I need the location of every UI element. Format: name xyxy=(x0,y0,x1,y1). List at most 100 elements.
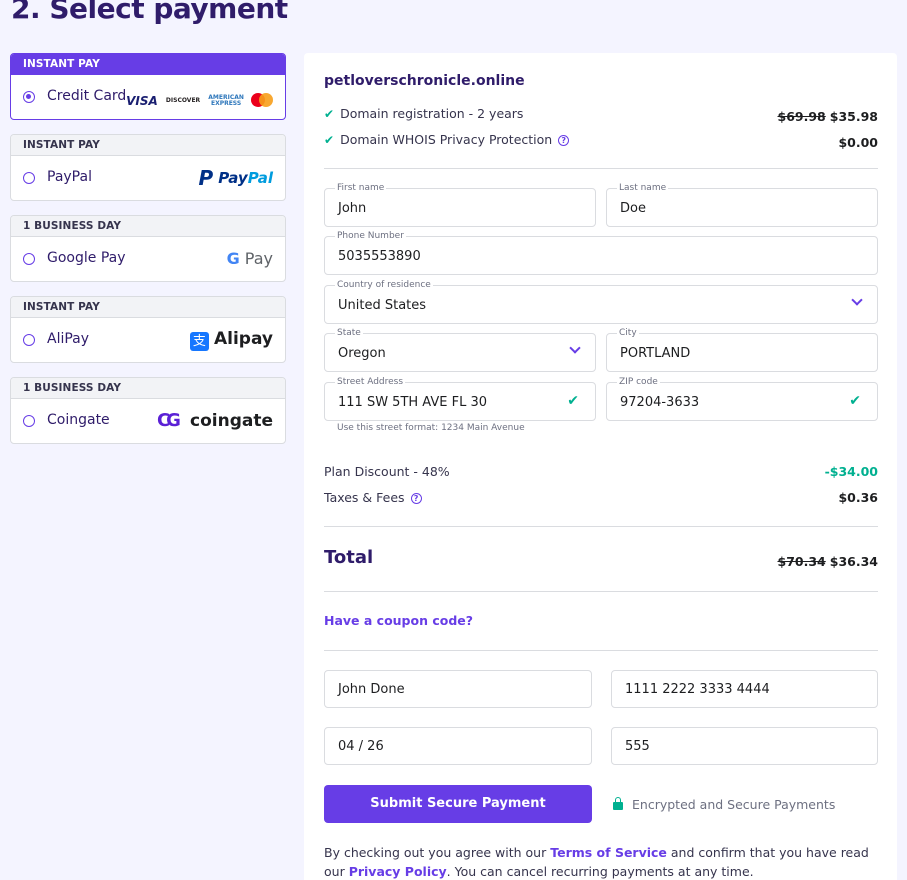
total-value: $36.34 xyxy=(829,554,878,569)
country-label: Country of residence xyxy=(335,280,433,290)
paypal-wordmark-pal: Pal xyxy=(247,169,273,187)
order-item-privacy: ✔ Domain WHOIS Privacy Protection? xyxy=(324,132,570,147)
payment-method-google-pay[interactable]: 1 BUSINESS DAY Google Pay G Pay xyxy=(10,215,286,282)
chevron-down-icon xyxy=(569,342,581,354)
alipay-wordmark: Alipay xyxy=(213,329,273,349)
domain-name: petloverschronicle.online xyxy=(324,73,525,89)
secure-payments-note: Encrypted and Secure Payments xyxy=(613,797,835,812)
divider xyxy=(324,168,878,169)
amex-logo-line2: EXPRESS xyxy=(210,100,242,107)
google-pay-wordmark: Pay xyxy=(244,249,273,268)
coingate-mark-icon: CG xyxy=(156,410,181,431)
order-item-privacy-price: $0.00 xyxy=(838,132,878,151)
order-item-registration-price: $69.98 $35.98 xyxy=(778,106,879,125)
taxes-fees-row: Taxes & Fees? xyxy=(324,490,422,505)
state-select[interactable]: State Oregon xyxy=(324,328,596,372)
order-item-label: Domain WHOIS Privacy Protection xyxy=(340,132,553,147)
check-icon: ✔ xyxy=(324,107,335,121)
visa-logo: VISA xyxy=(126,94,158,108)
divider xyxy=(324,591,878,592)
payment-method-label: Credit Card xyxy=(47,88,127,104)
first-name-label: First name xyxy=(335,183,387,193)
alipay-logo: 支 Alipay xyxy=(189,329,273,351)
radio-button[interactable] xyxy=(23,253,35,265)
cardholder-name-field[interactable]: John Done xyxy=(324,670,592,708)
state-value: Oregon xyxy=(338,346,386,361)
check-icon: ✔ xyxy=(849,393,861,409)
google-pay-logo: G Pay xyxy=(227,249,273,268)
help-icon[interactable]: ? xyxy=(558,135,570,146)
payment-method-paypal[interactable]: INSTANT PAY PayPal P PayPal xyxy=(10,134,286,201)
help-icon[interactable]: ? xyxy=(410,493,422,504)
cvc-field[interactable]: 555 xyxy=(611,727,878,765)
payment-method-alipay[interactable]: INSTANT PAY AliPay 支 Alipay xyxy=(10,296,286,363)
checkout-panel: petloverschronicle.online ✔ Domain regist… xyxy=(304,53,897,880)
payment-method-label: Google Pay xyxy=(47,250,126,266)
cardholder-name-value: John Done xyxy=(338,682,405,697)
secure-payments-text: Encrypted and Secure Payments xyxy=(632,797,836,812)
expiry-date-value: 04 / 26 xyxy=(338,739,384,754)
paypal-logo: P PayPal xyxy=(198,166,273,190)
city-value: PORTLAND xyxy=(620,346,691,361)
terms-part1: By checking out you agree with our xyxy=(324,845,551,860)
payment-method-badge: 1 BUSINESS DAY xyxy=(11,216,285,237)
payment-method-label: Coingate xyxy=(47,412,110,428)
card-number-value: 1111 2222 3333 4444 xyxy=(625,682,770,697)
radio-button[interactable] xyxy=(23,172,35,184)
coupon-link[interactable]: Have a coupon code? xyxy=(324,613,473,628)
mastercard-logo xyxy=(251,93,273,107)
street-address-value: 111 SW 5TH AVE FL 30 xyxy=(338,395,487,410)
state-label: State xyxy=(335,328,363,338)
alipay-mark-icon: 支 xyxy=(189,332,209,351)
phone-number-value: 5035553890 xyxy=(338,249,421,264)
page-title: 2. Select payment xyxy=(11,0,288,25)
total-label: Total xyxy=(324,547,374,568)
phone-number-field[interactable]: Phone Number 5035553890 xyxy=(324,231,878,275)
terms-of-service-link[interactable]: Terms of Service xyxy=(550,845,667,860)
old-total: $70.34 xyxy=(777,554,826,569)
terms-text: By checking out you agree with our Terms… xyxy=(324,843,869,880)
coingate-wordmark: coingate xyxy=(190,411,273,431)
coingate-logo: CG coingate xyxy=(157,410,273,431)
taxes-fees-label: Taxes & Fees xyxy=(324,490,405,505)
divider xyxy=(324,526,878,527)
last-name-field[interactable]: Last name Doe xyxy=(606,183,878,227)
total-price: $70.34 $36.34 xyxy=(778,551,879,570)
plan-discount-value: -$34.00 xyxy=(824,464,878,479)
divider xyxy=(324,650,878,651)
radio-button-selected[interactable] xyxy=(23,91,35,103)
expiry-date-field[interactable]: 04 / 26 xyxy=(324,727,592,765)
google-g-icon: G xyxy=(226,249,240,268)
check-icon: ✔ xyxy=(324,133,335,147)
chevron-down-icon xyxy=(851,294,863,306)
card-brands-logo: VISA DISCOVER AMERICAN EXPRESS xyxy=(126,90,273,109)
payment-method-label: AliPay xyxy=(47,331,90,347)
price: $35.98 xyxy=(829,109,878,124)
payment-method-credit-card[interactable]: INSTANT PAY Credit Card VISA DISCOVER AM… xyxy=(10,53,286,120)
zip-code-field[interactable]: ZIP code 97204-3633 ✔ xyxy=(606,377,878,421)
old-price: $69.98 xyxy=(777,109,826,124)
payment-method-coingate[interactable]: 1 BUSINESS DAY Coingate CG coingate xyxy=(10,377,286,444)
terms-part3: . You can cancel recurring payments at a… xyxy=(446,864,754,879)
order-item-registration: ✔ Domain registration - 2 years xyxy=(324,106,523,121)
radio-button[interactable] xyxy=(23,334,35,346)
card-number-field[interactable]: 1111 2222 3333 4444 xyxy=(611,670,878,708)
first-name-field[interactable]: First name John xyxy=(324,183,596,227)
submit-payment-button[interactable]: Submit Secure Payment xyxy=(324,785,592,823)
taxes-fees-value: $0.36 xyxy=(838,490,878,505)
radio-button[interactable] xyxy=(23,415,35,427)
discover-logo: DISCOVER xyxy=(165,97,201,104)
last-name-label: Last name xyxy=(617,183,669,193)
payment-method-badge: INSTANT PAY xyxy=(11,135,285,156)
lock-icon xyxy=(613,797,623,810)
payment-method-badge: INSTANT PAY xyxy=(11,54,285,75)
country-select[interactable]: Country of residence United States xyxy=(324,280,878,324)
street-address-field[interactable]: Street Address 111 SW 5TH AVE FL 30 ✔ xyxy=(324,377,596,421)
price: $0.00 xyxy=(838,135,878,150)
check-icon: ✔ xyxy=(567,393,579,409)
payment-method-label: PayPal xyxy=(47,169,92,185)
city-field[interactable]: City PORTLAND xyxy=(606,328,878,372)
paypal-mark-icon: P xyxy=(198,166,214,190)
first-name-value: John xyxy=(338,201,367,216)
privacy-policy-link[interactable]: Privacy Policy xyxy=(349,864,447,879)
